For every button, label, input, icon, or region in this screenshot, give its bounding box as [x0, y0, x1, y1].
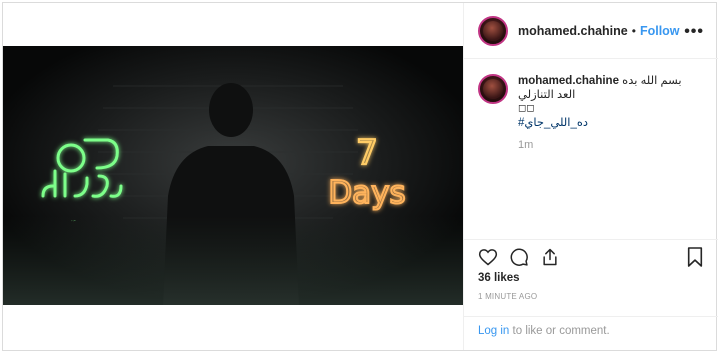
post-header: mohamed.chahine • Follow •••	[464, 3, 718, 59]
caption-emoji: ◻◻	[518, 103, 535, 114]
post-timestamp: 1 MINUTE AGO	[478, 292, 538, 301]
caption-time: 1m	[518, 139, 534, 151]
caption-body: mohamed.chahine بسم الله بده العد التناز…	[518, 74, 703, 152]
neon-days-word: Days	[328, 175, 405, 211]
post-media[interactable]: ده اللي جاي 7 Days	[3, 46, 463, 305]
caption-hashtag[interactable]: #ده_اللي_جاي	[518, 117, 588, 129]
login-prompt-text: to like or comment.	[509, 325, 610, 337]
follow-button[interactable]: Follow	[640, 24, 680, 38]
heart-icon[interactable]	[478, 246, 498, 268]
share-icon[interactable]	[540, 246, 560, 268]
bookmark-icon[interactable]	[686, 246, 704, 268]
caption-row: mohamed.chahine بسم الله بده العد التناز…	[478, 74, 704, 152]
comment-icon[interactable]	[509, 246, 529, 268]
avatar[interactable]	[478, 15, 508, 46]
more-options-icon[interactable]: •••	[684, 23, 704, 41]
post-side-panel: mohamed.chahine • Follow ••• mohamed.cha…	[463, 3, 718, 350]
login-prompt: Log in to like or comment.	[464, 316, 718, 350]
caption-avatar[interactable]	[478, 74, 508, 104]
login-link[interactable]: Log in	[478, 325, 509, 337]
neon-number: 7	[356, 133, 378, 173]
separator-dot: •	[631, 23, 636, 38]
action-icons	[478, 246, 571, 268]
username-link[interactable]: mohamed.chahine	[518, 24, 628, 38]
likes-count[interactable]: 36 likes	[478, 272, 520, 284]
caption-username[interactable]: mohamed.chahine	[518, 75, 619, 87]
post-container: ده اللي جاي 7 Days mohamed.chahine • Fol…	[2, 2, 718, 351]
post-image: ده اللي جاي 7 Days	[3, 46, 463, 305]
caption-area: mohamed.chahine بسم الله بده العد التناز…	[464, 60, 718, 238]
neon-arabic-text: ده اللي جاي	[71, 220, 77, 222]
